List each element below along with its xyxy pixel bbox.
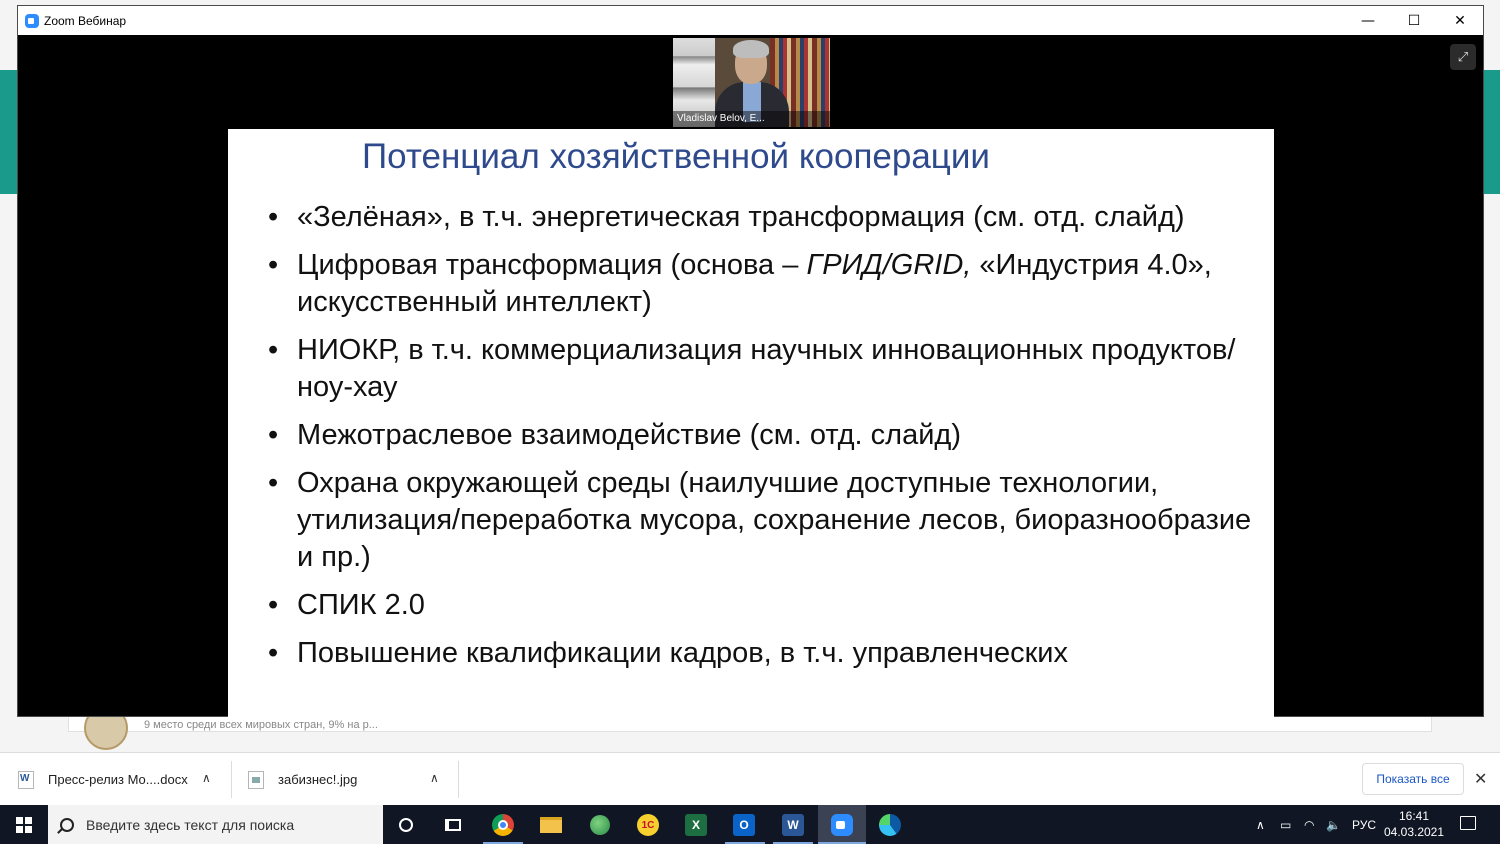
bullet-item: Межотраслевое взаимодействие (см. отд. с… xyxy=(268,417,1268,454)
speaker-hair xyxy=(733,40,769,58)
edge-icon[interactable] xyxy=(875,810,905,840)
background-snippet-text: 9 место среди всех мировых стран, 9% на … xyxy=(144,719,378,731)
download-item-docx[interactable]: Пресс-релиз Мо....docx xyxy=(18,753,188,806)
clock-date: 04.03.2021 xyxy=(1383,825,1445,839)
download-item-jpg[interactable]: забизнес!.jpg xyxy=(248,753,357,806)
zoom-webinar-window: Zoom Вебинар — ☐ ✕ Vladislav Belov, E...… xyxy=(17,5,1484,718)
1c-app-icon[interactable]: 1С xyxy=(633,810,663,840)
close-button[interactable]: ✕ xyxy=(1437,6,1483,35)
minimize-button[interactable]: — xyxy=(1345,6,1391,35)
bullet-item: НИОКР, в т.ч. коммерциализация научных и… xyxy=(268,332,1268,406)
download-filename: Пресс-релиз Мо....docx xyxy=(48,772,188,787)
bullet-item: «Зелёная», в т.ч. энергетическая трансфо… xyxy=(268,199,1268,236)
taskbar-clock[interactable]: 16:41 04.03.2021 xyxy=(1383,808,1445,840)
bullet-item: Охрана окружающей среды (наилучшие досту… xyxy=(268,465,1268,576)
background-teal-banner-left xyxy=(0,70,17,194)
bullet-item: СПИК 2.0 xyxy=(268,587,1268,624)
download-separator xyxy=(231,761,232,798)
clock-time: 16:41 xyxy=(1398,809,1430,823)
bullet-item: Цифровая трансформация (основа – ГРИД/GR… xyxy=(268,247,1268,321)
search-icon xyxy=(60,817,74,832)
fullscreen-expand-icon[interactable]: ⤢ xyxy=(1450,44,1476,70)
file-explorer-icon[interactable] xyxy=(536,810,566,840)
image-file-icon xyxy=(248,770,264,789)
cortana-icon[interactable] xyxy=(391,810,421,840)
download-filename: забизнес!.jpg xyxy=(278,772,358,787)
slide-bullet-list: «Зелёная», в т.ч. энергетическая трансфо… xyxy=(268,199,1268,683)
network-icon[interactable]: ◠ xyxy=(1304,805,1314,844)
outlook-icon[interactable]: O xyxy=(729,810,759,840)
start-button[interactable] xyxy=(0,805,48,844)
search-placeholder: Введите здесь текст для поиска xyxy=(86,816,295,833)
excel-icon[interactable]: X xyxy=(681,810,711,840)
window-controls: — ☐ ✕ xyxy=(1345,6,1483,35)
speaker-name-label: Vladislav Belov, E... xyxy=(673,111,830,127)
close-downloads-bar-icon[interactable]: ✕ xyxy=(1474,769,1487,788)
chevron-up-icon[interactable]: ∧ xyxy=(430,771,439,785)
tray-overflow-chevron-icon[interactable]: ∧ xyxy=(1256,805,1265,844)
battery-icon[interactable]: ▭ xyxy=(1280,805,1291,844)
speaker-video-tile[interactable]: Vladislav Belov, E... xyxy=(673,38,830,127)
chevron-up-icon[interactable]: ∧ xyxy=(202,771,211,785)
download-separator xyxy=(458,761,459,798)
zoom-taskbar-icon xyxy=(827,810,857,840)
show-all-downloads-button[interactable]: Показать все xyxy=(1362,763,1464,795)
volume-icon[interactable]: 🔈 xyxy=(1326,805,1341,844)
zoom-app-icon xyxy=(25,13,39,28)
maximize-button[interactable]: ☐ xyxy=(1391,6,1437,35)
globe-app-icon[interactable] xyxy=(585,810,615,840)
downloads-bar: Пресс-релиз Мо....docx ∧ забизнес!.jpg ∧… xyxy=(0,752,1500,805)
chrome-icon[interactable] xyxy=(488,810,518,840)
word-doc-icon xyxy=(18,770,34,789)
language-indicator[interactable]: РУС xyxy=(1352,805,1376,844)
shared-slide: Потенциал хозяйственной кооперации «Зелё… xyxy=(228,129,1274,718)
task-view-icon[interactable] xyxy=(438,810,468,840)
zoom-titlebar[interactable]: Zoom Вебинар — ☐ ✕ xyxy=(18,6,1483,35)
zoom-window-title: Zoom Вебинар xyxy=(44,13,127,28)
word-icon[interactable]: W xyxy=(778,810,808,840)
bullet-item: Повышение квалификации кадров, в т.ч. уп… xyxy=(268,635,1268,672)
windows-logo-icon xyxy=(16,816,32,833)
notification-center-icon[interactable] xyxy=(1460,816,1476,830)
taskbar-search-box[interactable]: Введите здесь текст для поиска xyxy=(48,805,383,844)
background-content-strip: 9 место среди всех мировых стран, 9% на … xyxy=(68,716,1432,732)
zoom-taskbar-button[interactable] xyxy=(818,805,866,844)
slide-title: Потенциал хозяйственной кооперации xyxy=(362,137,990,176)
windows-taskbar: Введите здесь текст для поиска 1С X O W … xyxy=(0,805,1500,844)
background-teal-banner-right xyxy=(1484,70,1500,194)
